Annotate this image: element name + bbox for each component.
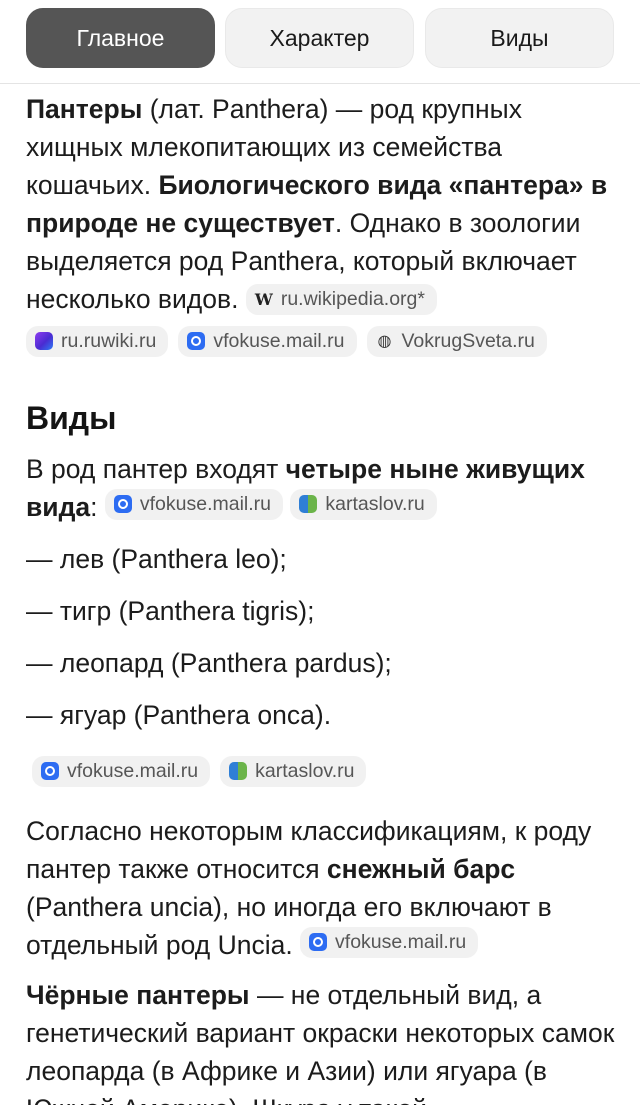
- snow-leopard-paragraph: Согласно некоторым классификациям, к род…: [26, 816, 592, 960]
- list-item: — лев (Panthera leo);: [26, 544, 287, 574]
- list-sources: vfokuse.mail.ru kartaslov.ru: [26, 752, 626, 790]
- species-intro-paragraph: В род пантер входят четыре ныне живущих …: [26, 454, 585, 522]
- source-chip-vfokuse[interactable]: vfokuse.mail.ru: [104, 488, 284, 520]
- tab-character[interactable]: Характер: [225, 8, 414, 68]
- list-item: — тигр (Panthera tigris);: [26, 596, 315, 626]
- black-panther-paragraph: Чёрные пантеры — не отдельный вид, а ген…: [26, 980, 615, 1105]
- tab-main[interactable]: Главное: [26, 8, 215, 68]
- list-item: — ягуар (Panthera onca).: [26, 700, 332, 730]
- intro-paragraph: Пантеры (лат. Panthera) — род крупных хи…: [26, 94, 608, 315]
- source-chip-wikipedia[interactable]: Wru.wikipedia.org*: [245, 284, 437, 315]
- vfokuse-icon: [113, 495, 132, 513]
- tab-species[interactable]: Виды: [425, 8, 614, 68]
- source-chip-vfokuse[interactable]: vfokuse.mail.ru: [300, 926, 479, 958]
- tab-bar: Главное Характер Виды: [0, 0, 640, 84]
- source-chip-kartaslov[interactable]: kartaslov.ru: [220, 755, 367, 787]
- intro-sources: ru.ruwiki.ru vfokuse.mail.ru ◍ VokrugSvet…: [26, 322, 626, 360]
- book-icon: [299, 495, 318, 513]
- vfokuse-icon: [309, 933, 328, 951]
- wikipedia-icon: W: [254, 290, 273, 309]
- ruwiki-icon: [35, 332, 53, 350]
- source-chip-vokrugsveta[interactable]: ◍ VokrugSveta.ru: [366, 325, 547, 357]
- source-chip-kartaslov[interactable]: kartaslov.ru: [290, 488, 437, 520]
- source-chip-vfokuse[interactable]: vfokuse.mail.ru: [32, 755, 211, 787]
- vfokuse-icon: [41, 762, 59, 780]
- book-icon: [229, 762, 248, 780]
- source-chip-vfokuse[interactable]: vfokuse.mail.ru: [178, 325, 357, 357]
- globe-icon: ◍: [377, 332, 392, 350]
- article-content: Пантеры (лат. Panthera) — род крупных хи…: [26, 90, 626, 1105]
- source-chip-ruwiki[interactable]: ru.ruwiki.ru: [26, 325, 169, 357]
- intro-bold-term: Пантеры: [26, 94, 143, 124]
- list-item: — леопард (Panthera pardus);: [26, 648, 392, 678]
- section-heading-species: Виды: [26, 400, 117, 436]
- vfokuse-icon: [187, 332, 206, 350]
